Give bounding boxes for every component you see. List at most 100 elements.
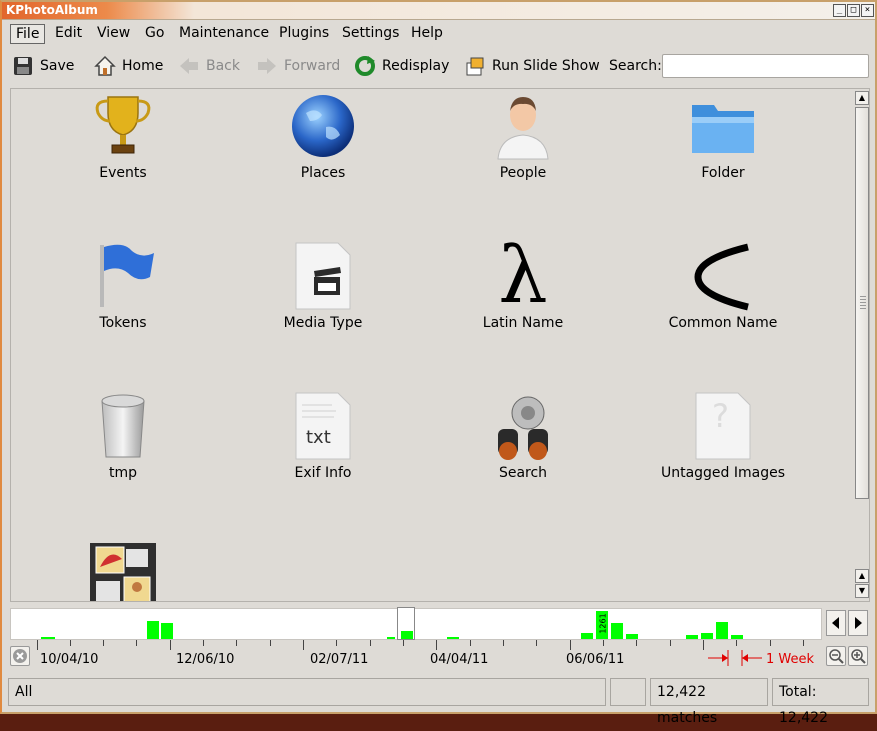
menu-edit[interactable]: Edit: [50, 24, 87, 44]
category-untagged-images[interactable]: ? Untagged Images: [623, 391, 823, 481]
zoom-in-button[interactable]: [848, 646, 868, 666]
title-bar[interactable]: KPhotoAlbum _ □ ×: [2, 2, 875, 20]
axis-tick: [236, 640, 237, 646]
text-file-icon: txt: [288, 391, 358, 461]
triangle-right-icon: [855, 617, 862, 629]
scroll-up-lower-icon[interactable]: ▲: [855, 569, 869, 583]
photo-album-icon: [88, 541, 158, 601]
histogram-bar: [611, 623, 623, 639]
axis-tick: [703, 640, 704, 650]
category-label: Media Type: [283, 315, 363, 331]
axis-date-label: 12/06/10: [176, 652, 235, 667]
category-label: Untagged Images: [660, 465, 786, 481]
slideshow-button[interactable]: Run Slide Show: [464, 52, 600, 80]
axis-tick: [470, 640, 471, 646]
histogram-bar: [686, 635, 698, 639]
category-label: Search: [498, 465, 548, 481]
histogram-bar: [626, 634, 638, 639]
main-window: KPhotoAlbum _ □ × File Edit View Go Main…: [0, 0, 877, 726]
globe-icon: [288, 91, 358, 161]
menu-plugins[interactable]: Plugins: [274, 24, 334, 44]
back-label: Back: [206, 58, 240, 74]
redisplay-button[interactable]: Redisplay: [354, 52, 449, 80]
triangle-left-icon: [832, 617, 839, 629]
axis-tick: [303, 640, 304, 650]
forward-button[interactable]: Forward: [256, 52, 340, 80]
timeline-next-button[interactable]: [848, 610, 868, 636]
window-title: KPhotoAlbum: [6, 3, 98, 17]
category-label: Folder: [701, 165, 745, 181]
save-button[interactable]: Save: [12, 52, 74, 80]
menu-go[interactable]: Go: [140, 24, 169, 44]
status-filter: All: [8, 678, 606, 706]
category-search[interactable]: Search: [423, 391, 623, 481]
category-tokens[interactable]: Tokens: [23, 241, 223, 331]
category-people[interactable]: People: [423, 91, 623, 181]
home-button[interactable]: Home: [94, 52, 163, 80]
timeline-axis: 10/04/10 12/06/10 02/07/11 04/04/11 06/0…: [10, 640, 822, 670]
search-label: Search:: [609, 58, 662, 74]
vertical-scrollbar[interactable]: ▲ ▲ ▼: [854, 89, 869, 601]
zoom-in-icon: [851, 649, 866, 664]
axis-tick: [170, 640, 171, 650]
scroll-down-icon[interactable]: ▼: [855, 584, 869, 598]
trophy-icon: [88, 91, 158, 161]
trash-icon: [88, 391, 158, 461]
menu-maintenance[interactable]: Maintenance: [174, 24, 274, 44]
menu-settings[interactable]: Settings: [337, 24, 404, 44]
search-input[interactable]: [662, 54, 869, 78]
histogram-bar-peak: 1261: [596, 611, 608, 639]
zoom-out-icon: [829, 649, 844, 664]
maximize-icon[interactable]: □: [847, 4, 860, 17]
status-total: Total: 12,422: [772, 678, 869, 726]
axis-tick: [70, 640, 71, 646]
redisplay-label: Redisplay: [382, 58, 450, 74]
category-places[interactable]: Places: [223, 91, 423, 181]
histogram-bar: [716, 622, 728, 639]
scrollbar-thumb[interactable]: [855, 107, 869, 499]
txt-glyph: txt: [306, 427, 331, 448]
main-toolbar: Save Home Back Forward Redisplay Run Sli…: [8, 50, 871, 82]
timeline-prev-button[interactable]: [826, 610, 846, 636]
category-label: Places: [300, 165, 346, 181]
folder-icon: [688, 91, 758, 161]
lambda-icon: λ: [498, 231, 548, 321]
histogram-bar: [387, 637, 395, 639]
category-events[interactable]: Events: [23, 91, 223, 181]
category-latin-name[interactable]: λ Latin Name: [423, 231, 623, 331]
category-label: People: [499, 165, 547, 181]
zoom-out-button[interactable]: [826, 646, 846, 666]
category-common-name[interactable]: Common Name: [623, 241, 823, 331]
scroll-up-icon[interactable]: ▲: [855, 91, 869, 105]
back-button[interactable]: Back: [178, 52, 240, 80]
category-folder[interactable]: Folder: [623, 91, 823, 181]
category-media-type[interactable]: Media Type: [223, 241, 423, 331]
date-bar[interactable]: 1261: [10, 607, 822, 640]
menu-view[interactable]: View: [92, 24, 135, 44]
histogram-bar: [581, 633, 593, 639]
unit-width-marker-icon: [708, 650, 762, 666]
unknown-file-icon: ?: [688, 391, 758, 461]
minimize-icon[interactable]: _: [833, 4, 846, 17]
person-icon: [488, 91, 558, 161]
axis-tick: [203, 640, 204, 646]
menu-help[interactable]: Help: [406, 24, 448, 44]
category-exif-info[interactable]: txt Exif Info: [223, 391, 423, 481]
histogram-bar: [401, 631, 413, 639]
category-photo-album[interactable]: [23, 541, 223, 601]
status-matches: 12,422 matches: [650, 678, 768, 726]
category-tmp[interactable]: tmp: [23, 391, 223, 481]
arrow-right-icon: [256, 55, 278, 77]
axis-date-label: 04/04/11: [430, 652, 489, 667]
menu-file[interactable]: File: [10, 24, 46, 44]
axis-tick: [603, 640, 604, 646]
close-icon[interactable]: ×: [861, 4, 874, 17]
axis-tick: [803, 640, 804, 646]
slideshow-label: Run Slide Show: [492, 58, 600, 74]
binoculars-icon: [488, 391, 558, 461]
clear-date-selection-button[interactable]: [10, 646, 30, 666]
axis-tick: [570, 640, 571, 650]
axis-tick: [670, 640, 671, 646]
axis-tick: [370, 640, 371, 646]
home-icon: [94, 55, 116, 77]
